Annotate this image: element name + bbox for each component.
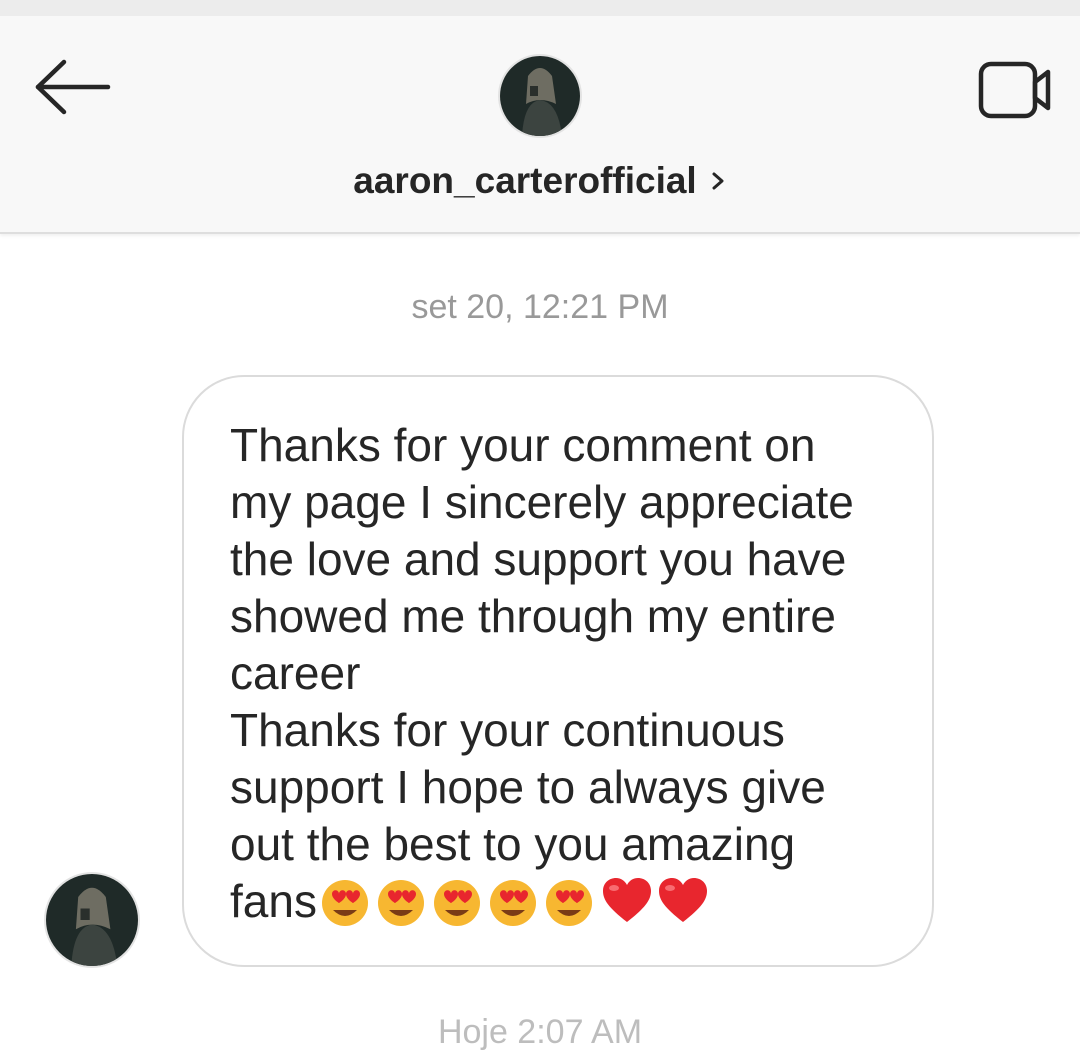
message-line-text: fans <box>230 875 317 927</box>
message-line: support I hope to always give <box>230 761 826 813</box>
heart-eyes-emoji <box>489 879 536 926</box>
message-line-last: fans <box>230 873 892 930</box>
heart-eyes-emoji <box>433 879 480 926</box>
profile-photo <box>46 874 138 966</box>
message-timestamp: set 20, 12:21 PM <box>411 288 669 326</box>
next-message-timestamp: Hoje 2:07 AM <box>437 1013 643 1051</box>
status-bar-strip <box>0 0 1080 16</box>
sender-avatar[interactable] <box>44 872 140 968</box>
message-line: the love and support you have <box>230 533 847 585</box>
chevron-right-icon <box>712 172 724 190</box>
message-line: out the best to you amazing <box>230 818 796 870</box>
header-avatar[interactable] <box>498 54 582 138</box>
red-heart-emoji <box>602 877 651 922</box>
arrow-left-icon <box>35 59 111 115</box>
profile-photo <box>500 56 580 136</box>
back-button[interactable] <box>28 56 118 118</box>
message-bubble[interactable]: Thanks for your comment on my page I sin… <box>182 375 934 967</box>
heart-eyes-emoji <box>377 879 424 926</box>
chat-header: aaron_carterofficial <box>0 16 1080 234</box>
username-link[interactable]: aaron_carterofficial <box>0 156 1080 206</box>
message-line: career <box>230 647 361 699</box>
message-line: Thanks for your comment on <box>230 419 816 471</box>
heart-eyes-emoji <box>321 879 368 926</box>
username: aaron_carterofficial <box>353 160 697 201</box>
message-line: my page I sincerely appreciate <box>230 476 854 528</box>
video-camera-icon <box>978 61 1051 119</box>
heart-eyes-emoji <box>545 879 592 926</box>
emoji-row <box>319 877 711 927</box>
message-line: showed me through my entire <box>230 590 836 642</box>
message-line: Thanks for your continuous <box>230 704 785 756</box>
red-heart-emoji <box>658 877 707 922</box>
video-call-button[interactable] <box>972 56 1060 126</box>
